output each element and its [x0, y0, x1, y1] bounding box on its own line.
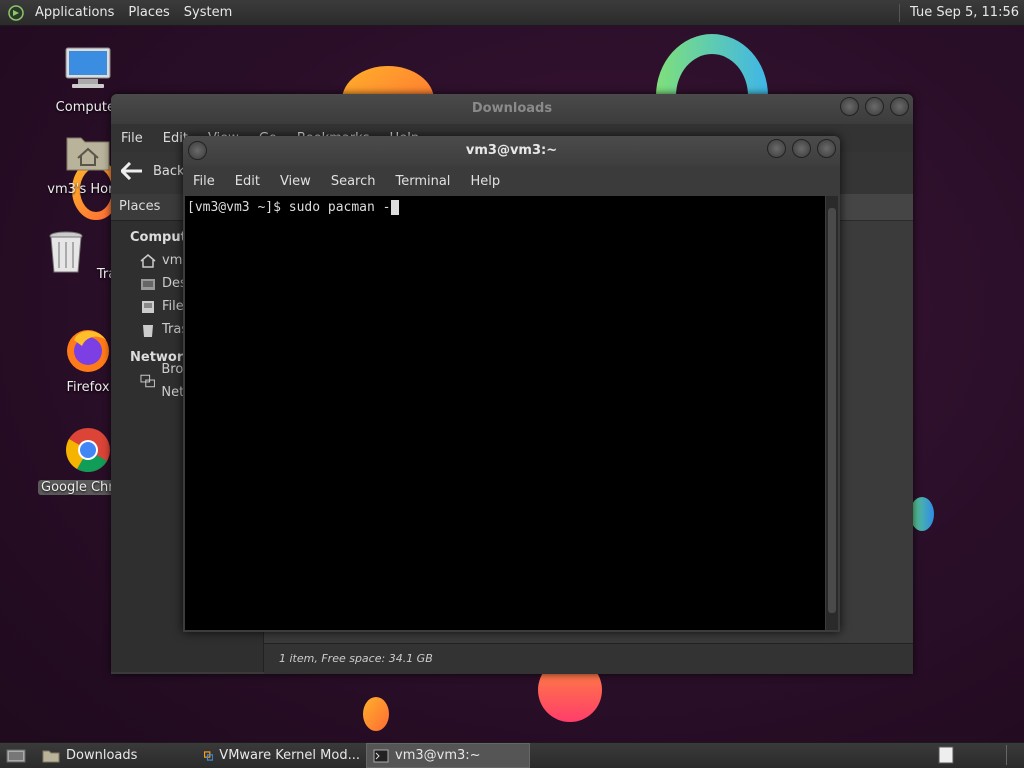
firefox-icon	[67, 330, 109, 372]
applications-menu[interactable]: Applications	[28, 0, 121, 25]
trash-icon	[49, 231, 83, 273]
home-folder-icon	[66, 137, 110, 171]
back-label: Back	[153, 163, 185, 179]
workspace-switcher-icon[interactable]	[938, 746, 954, 764]
task-label: Downloads	[66, 748, 138, 763]
maximize-button[interactable]	[792, 139, 811, 158]
window-title[interactable]: vm3@vm3:~	[183, 136, 840, 166]
menu-search[interactable]: Search	[321, 174, 386, 189]
task-vmware[interactable]: VMware Kernel Mod...	[198, 744, 366, 767]
back-arrow-icon	[121, 162, 142, 180]
menu-view[interactable]: View	[270, 174, 321, 189]
prompt-line: [vm3@vm3 ~]$ sudo pacman -	[187, 200, 391, 215]
minimize-button[interactable]	[767, 139, 786, 158]
places-menu[interactable]: Places	[121, 0, 176, 25]
minimize-button[interactable]	[840, 97, 859, 116]
top-panel: Applications Places System Tue Sep 5, 11…	[0, 0, 1024, 26]
distro-logo-icon[interactable]	[8, 4, 24, 21]
desktop-folder-icon	[141, 278, 155, 290]
menu-file[interactable]: File	[111, 131, 153, 146]
status-bar: 1 item, Free space: 34.1 GB	[264, 643, 913, 674]
task-label: VMware Kernel Mod...	[219, 748, 360, 763]
clock[interactable]: Tue Sep 5, 11:56	[910, 5, 1024, 20]
panel-handle	[1006, 745, 1009, 765]
close-button[interactable]	[890, 97, 909, 116]
window-controls	[767, 139, 836, 158]
menu-help[interactable]: Help	[460, 174, 510, 189]
show-desktop-icon[interactable]	[6, 748, 26, 764]
drive-icon	[142, 300, 154, 313]
home-icon	[140, 253, 156, 268]
task-terminal[interactable]: vm3@vm3:~	[366, 743, 530, 768]
task-label: vm3@vm3:~	[395, 748, 481, 763]
folder-icon	[42, 750, 60, 762]
back-button[interactable]: Back	[121, 162, 185, 180]
terminal-icon	[373, 749, 389, 762]
menu-file[interactable]: File	[183, 174, 225, 189]
vmware-icon	[204, 750, 214, 761]
network-icon	[140, 374, 155, 387]
system-menu[interactable]: System	[177, 0, 239, 25]
maximize-button[interactable]	[865, 97, 884, 116]
scrollbar[interactable]	[826, 196, 838, 630]
computer-icon	[65, 47, 111, 88]
menu-terminal[interactable]: Terminal	[385, 174, 460, 189]
close-button[interactable]	[817, 139, 836, 158]
menu-edit[interactable]: Edit	[225, 174, 270, 189]
desktop-icon-label: Firefox	[66, 380, 110, 395]
terminal-window[interactable]: vm3@vm3:~ File Edit View Search Terminal…	[183, 136, 840, 632]
panel-separator	[899, 3, 902, 22]
window-title[interactable]: Downloads	[111, 94, 913, 124]
window-controls	[840, 97, 909, 116]
task-downloads[interactable]: Downloads	[36, 744, 198, 767]
terminal-output[interactable]: [vm3@vm3 ~]$ sudo pacman -	[185, 196, 825, 630]
scrollbar-thumb[interactable]	[828, 208, 836, 613]
trash-icon	[143, 324, 153, 337]
chrome-icon	[66, 428, 110, 472]
menubar: File Edit View Search Terminal Help	[183, 166, 840, 196]
bottom-panel: Downloads VMware Kernel Mod... vm3@vm3:~	[0, 742, 1024, 768]
window-menu-button[interactable]	[188, 141, 207, 160]
text-cursor	[390, 200, 399, 215]
